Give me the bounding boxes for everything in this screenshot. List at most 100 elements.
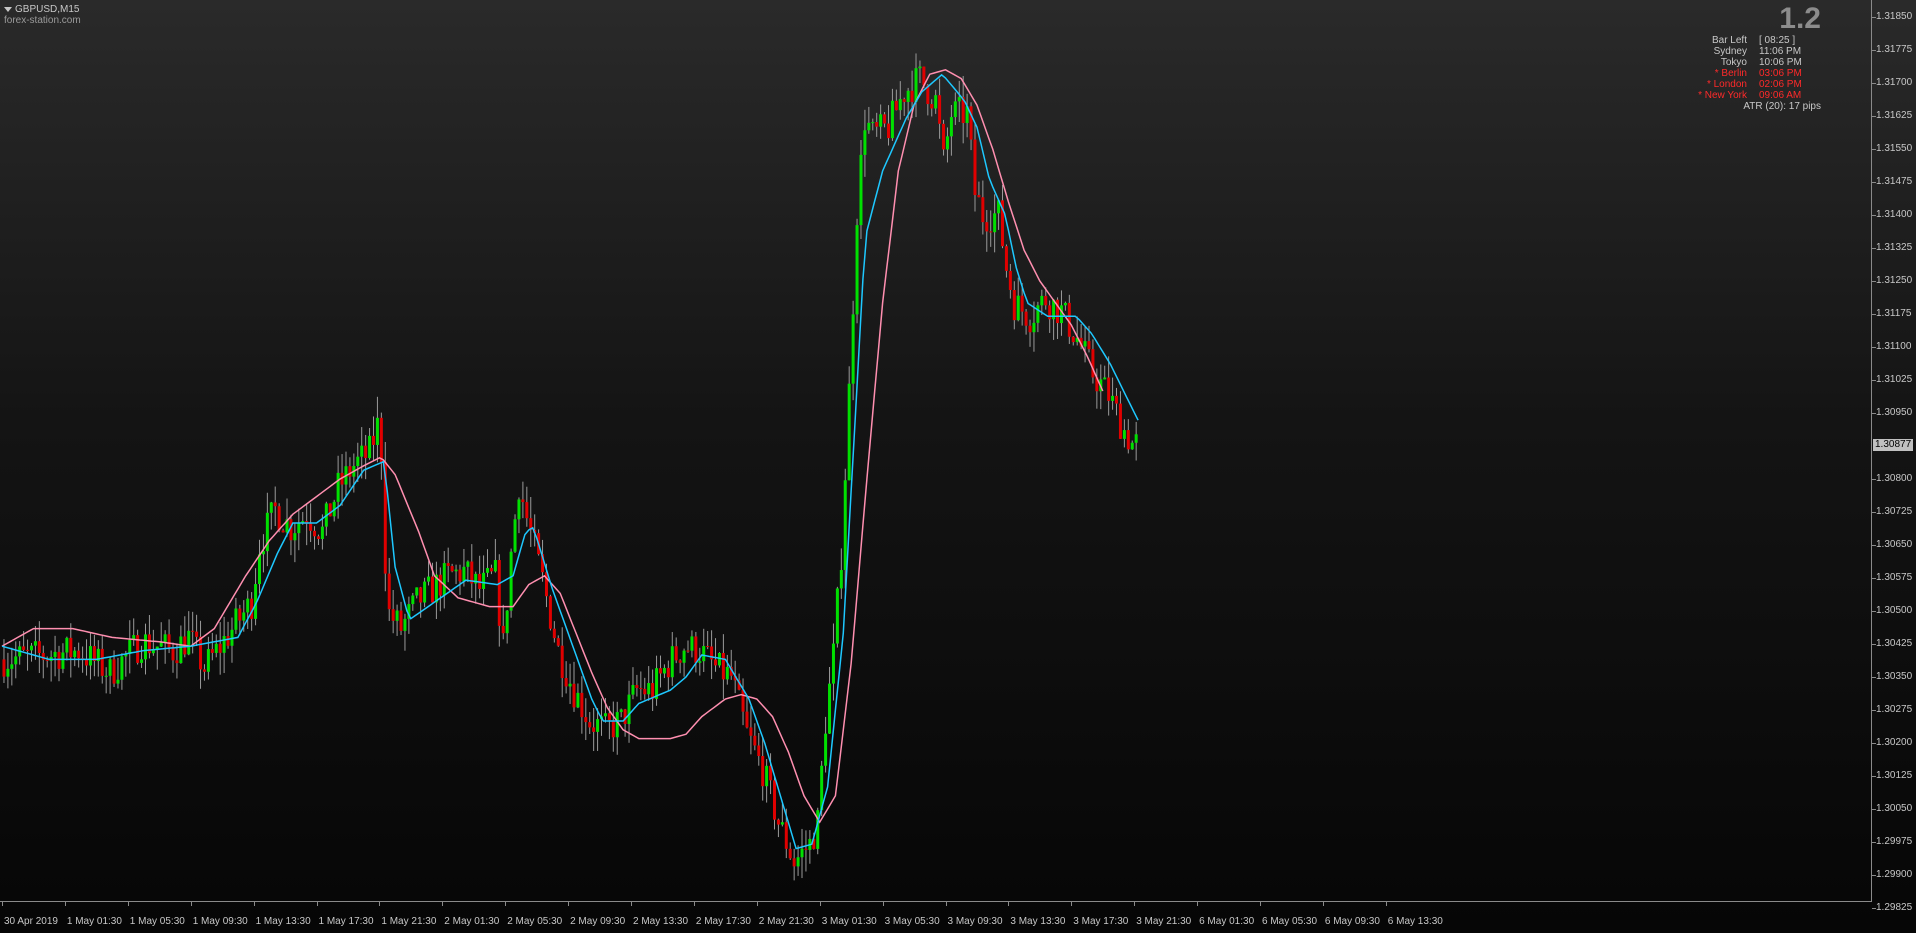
price-tick-label: 1.31850 (1876, 11, 1913, 22)
price-tick-label: 1.30200 (1876, 737, 1913, 748)
candle-bear (753, 735, 757, 746)
fast-ma-line (1, 73, 1139, 850)
candle-bear (372, 435, 376, 445)
candle-bull (765, 765, 769, 787)
watermark-text: forex-station.com (4, 15, 81, 26)
candle-bull (187, 630, 191, 655)
candle-bull (214, 643, 218, 653)
candle-bear (450, 566, 454, 572)
candle-bull (73, 650, 77, 658)
time-tick (2, 902, 3, 906)
candle-bull (1063, 302, 1067, 306)
candle-bull (513, 519, 517, 552)
candle-bear (387, 573, 391, 610)
time-tick-label: 2 May 13:30 (633, 916, 689, 927)
candle-bull (698, 661, 702, 663)
candle-bull (505, 610, 509, 634)
time-tick-label: 2 May 17:30 (695, 916, 751, 927)
candle-bull (1032, 322, 1036, 333)
candle-bear (364, 445, 368, 459)
info-row-name: * London (1706, 79, 1747, 90)
candle-bear (930, 104, 934, 109)
candle-bear (1087, 341, 1091, 350)
time-tick-label: 1 May 09:30 (192, 916, 248, 927)
candle-bear (1048, 305, 1052, 320)
candle-bull (914, 68, 918, 103)
time-tick (190, 902, 192, 906)
candle-bear (745, 711, 749, 728)
candle-bear (772, 780, 776, 820)
candle-bear (1107, 377, 1111, 401)
candle-bear (910, 90, 914, 103)
candle-bear (525, 502, 529, 519)
time-tick-label: 2 May 05:30 (507, 916, 563, 927)
info-big-value: 1.2 (1779, 2, 1821, 35)
candle-bull (615, 712, 619, 738)
time-tick (253, 902, 255, 906)
candle-bull (1103, 377, 1107, 380)
candle-bull (427, 576, 431, 582)
price-tick-label: 1.30950 (1876, 407, 1913, 418)
candle-bear (639, 688, 643, 690)
candle-bull (993, 213, 997, 233)
candle-bear (592, 727, 596, 732)
candle-bear (1020, 295, 1024, 312)
candle-bear (100, 648, 104, 676)
time-tick (379, 902, 381, 906)
candle-bear (112, 659, 116, 684)
candle-bull (1016, 295, 1020, 321)
info-row-value: 02:06 PM (1759, 79, 1802, 90)
candle-bear (379, 417, 383, 463)
candle-bear (938, 95, 942, 124)
candle-bull (828, 683, 832, 734)
candle-bull (890, 100, 894, 139)
time-tick-label: 6 May 13:30 (1387, 916, 1443, 927)
candle-bear (57, 651, 61, 669)
candle-bull (423, 581, 427, 603)
candle-bull (835, 588, 839, 644)
candle-bull (269, 502, 273, 513)
time-tick-label: 30 Apr 2019 (4, 916, 58, 927)
symbol-header: GBPUSD,M15 forex-station.com (4, 4, 81, 26)
candle-bear (706, 646, 710, 648)
candle-bull (88, 646, 92, 666)
candle-bear (22, 646, 26, 650)
candle-bear (348, 466, 352, 477)
candle-bear (883, 114, 887, 124)
candle-bull (690, 636, 694, 651)
price-tick-label: 1.31400 (1876, 209, 1913, 220)
plot-area[interactable]: GBPUSD,M15 forex-station.com 1.2 Bar Lef… (0, 0, 1872, 902)
candle-bull (159, 642, 163, 647)
time-tick (127, 902, 129, 906)
candle-bull (725, 666, 729, 680)
candle-bull (454, 569, 458, 572)
candle-bear (1044, 295, 1048, 306)
info-row-value: 11:06 PM (1759, 46, 1802, 57)
candle-bull (486, 568, 490, 573)
candle-bull (918, 66, 922, 69)
dropdown-triangle-icon[interactable] (4, 7, 12, 12)
price-chart[interactable] (0, 0, 1872, 902)
candle-bull (395, 610, 399, 621)
info-row-tokyo: Tokyo 10:06 PM (1601, 57, 1821, 68)
candle-bull (1134, 434, 1138, 443)
candle-bull (859, 154, 863, 226)
candle-bull (1130, 442, 1134, 450)
symbol-timeframe-label: GBPUSD,M15 (15, 4, 80, 15)
candle-bear (714, 659, 718, 666)
time-axis[interactable]: 30 Apr 2019 1 May 01:30 1 May 05:30 1 May 0… (0, 902, 1872, 933)
candle-bear (175, 660, 179, 664)
info-row-value: 10:06 PM (1759, 57, 1802, 68)
candle-bull (568, 683, 572, 687)
candle-bear (973, 139, 977, 196)
time-tick-label: 6 May 05:30 (1262, 916, 1318, 927)
candle-bear (199, 636, 203, 670)
chart-window[interactable]: GBPUSD,M15 forex-station.com 1.2 Bar Lef… (0, 0, 1916, 933)
candle-bull (631, 685, 635, 695)
price-tick-label: 1.31025 (1876, 374, 1913, 385)
info-row-new-york: * New York 09:06 AM (1601, 90, 1821, 101)
candle-bull (655, 668, 659, 699)
candle-bull (796, 857, 800, 867)
candle-bear (784, 822, 788, 849)
price-axis[interactable]: 1.31850 1.31775 1.31700 1.31625 1.31550 1.314… (1872, 0, 1916, 933)
